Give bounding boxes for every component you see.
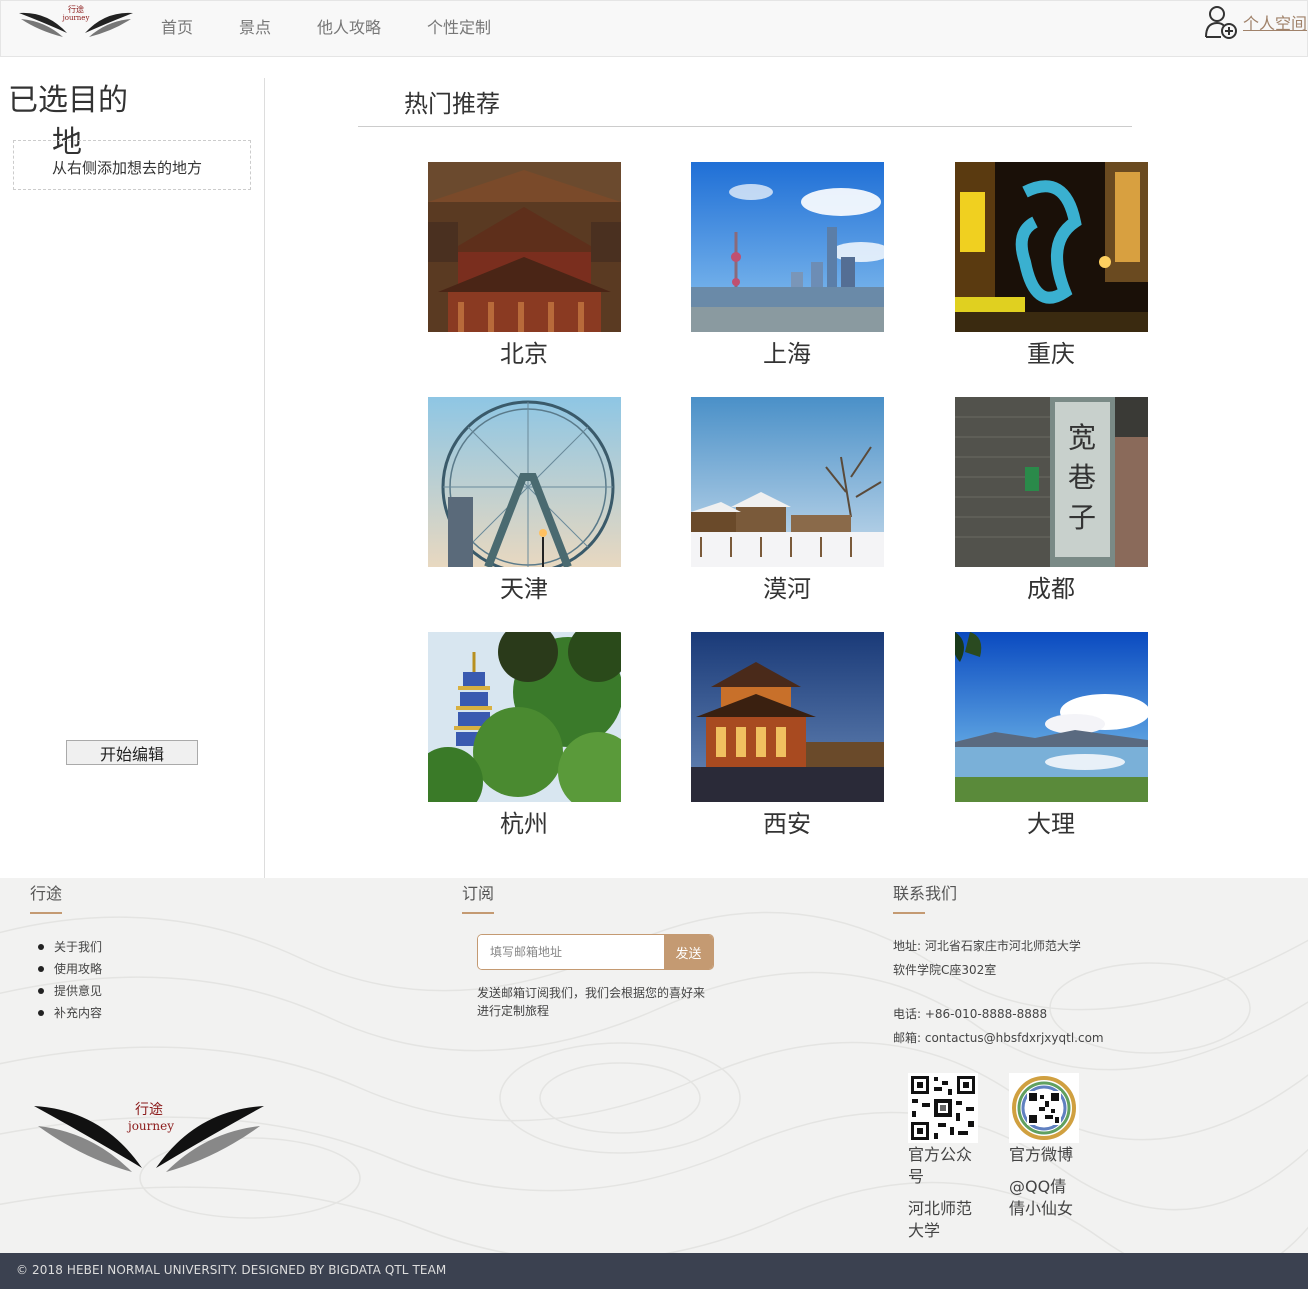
qr2-caption-a: 官方微博 bbox=[1009, 1145, 1074, 1164]
footer-link-guide[interactable]: 使用攻略 bbox=[38, 958, 102, 980]
city-photo-mohe bbox=[691, 397, 884, 567]
footer-col3-underline bbox=[893, 912, 925, 914]
contact-phone: 电话: +86-010-8888-8888 bbox=[893, 1007, 1048, 1021]
brand-logo[interactable]: 行途 journey bbox=[17, 3, 135, 43]
city-photo-hangzhou bbox=[413, 622, 638, 817]
city-photo-tianjin bbox=[428, 397, 621, 574]
navbar: 行途 journey 首页 景点 他人攻略 个性定制 个人空间 bbox=[0, 0, 1308, 57]
qr1-caption-b: 河北师范大学 bbox=[908, 1199, 973, 1240]
city-photo-chongqing bbox=[955, 162, 1148, 332]
city-card-xian[interactable]: 西安 bbox=[691, 632, 884, 841]
copyright-text: © 2018 HEBEI NORMAL UNIVERSITY. DESIGNED… bbox=[16, 1263, 447, 1277]
brand-cn: 行途 bbox=[68, 4, 84, 14]
city-name: 上海 bbox=[763, 340, 811, 368]
hot-recommend-heading: 热门推荐 bbox=[404, 90, 500, 118]
city-name: 重庆 bbox=[1027, 340, 1075, 368]
footer: 行途 关于我们 使用攻略 提供意见 补充内容 行途 journey 订阅 发送 … bbox=[0, 878, 1308, 1253]
footer-logo: 行途 journey bbox=[34, 1101, 264, 1172]
qr1-caption-a: 官方公众号 bbox=[908, 1145, 973, 1186]
nav-attractions[interactable]: 景点 bbox=[221, 1, 289, 55]
selected-hint: 从右侧添加想去的地方 bbox=[52, 159, 203, 177]
footer-link-supplement[interactable]: 补充内容 bbox=[38, 1002, 102, 1024]
city-card-chongqing[interactable]: 重庆 bbox=[955, 162, 1148, 371]
nav-customize[interactable]: 个性定制 bbox=[409, 1, 509, 55]
nav-home[interactable]: 首页 bbox=[143, 1, 211, 55]
subscribe-email-input[interactable] bbox=[478, 935, 664, 969]
svg-text:子: 子 bbox=[1068, 501, 1096, 534]
qr-code-icon bbox=[1009, 1073, 1079, 1143]
footer-link-feedback[interactable]: 提供意见 bbox=[38, 980, 102, 1002]
city-card-hangzhou[interactable]: 杭州 bbox=[413, 622, 638, 841]
city-photo-chengdu: 宽 巷 子 bbox=[955, 397, 1148, 567]
contact-address-line1: 地址: 河北省石家庄市河北师范大学 bbox=[893, 939, 1081, 953]
brand-en: journey bbox=[62, 14, 90, 22]
selected-title-line1: 已选目的 bbox=[8, 83, 128, 118]
city-name: 杭州 bbox=[500, 810, 548, 838]
selected-destinations-panel: 已选目的 地 从右侧添加想去的地方 开始编辑 bbox=[0, 78, 265, 878]
city-name: 北京 bbox=[500, 340, 548, 368]
footer-links: 关于我们 使用攻略 提供意见 补充内容 bbox=[38, 936, 102, 1024]
subscribe-send-button[interactable]: 发送 bbox=[664, 935, 713, 969]
footer-col3-title: 联系我们 bbox=[893, 884, 958, 903]
start-edit-button[interactable]: 开始编辑 bbox=[66, 740, 198, 765]
footer-logo-cn: 行途 bbox=[135, 1101, 163, 1118]
heading-divider bbox=[358, 126, 1132, 127]
footer-col2-title: 订阅 bbox=[462, 884, 495, 903]
city-card-shanghai[interactable]: 上海 bbox=[691, 162, 891, 371]
selected-drop-zone[interactable]: 从右侧添加想去的地方 bbox=[13, 140, 251, 190]
contact-address-line2: 软件学院C座302室 bbox=[893, 963, 997, 977]
svg-text:宽: 宽 bbox=[1068, 421, 1096, 454]
city-photo-dali bbox=[953, 632, 1150, 802]
footer-col1-title: 行途 bbox=[30, 884, 63, 903]
footer-col1-underline bbox=[30, 912, 62, 914]
city-name: 天津 bbox=[500, 575, 548, 603]
user-add-icon[interactable] bbox=[1204, 5, 1237, 39]
city-name: 西安 bbox=[763, 810, 811, 838]
svg-text:巷: 巷 bbox=[1068, 461, 1096, 494]
qr-code-icon bbox=[908, 1073, 978, 1143]
city-photo-beijing bbox=[428, 162, 621, 332]
qr2-caption-b: @QQ倩倩小仙女 bbox=[1009, 1177, 1074, 1218]
nav-others-guides[interactable]: 他人攻略 bbox=[299, 1, 399, 55]
city-photo-xian bbox=[691, 632, 884, 802]
subscribe-description: 发送邮箱订阅我们，我们会根据您的喜好来进行定制旅程 bbox=[477, 986, 706, 1018]
city-card-beijing[interactable]: 北京 bbox=[428, 162, 621, 371]
subscribe-form: 发送 bbox=[477, 934, 714, 970]
city-card-tianjin[interactable]: 天津 bbox=[428, 397, 621, 606]
city-card-dali[interactable]: 大理 bbox=[953, 632, 1150, 841]
city-card-chengdu[interactable]: 宽 巷 子 成都 bbox=[955, 397, 1148, 606]
user-area: 个人空间 bbox=[1204, 5, 1307, 39]
personal-space-link[interactable]: 个人空间 bbox=[1243, 10, 1307, 34]
city-name: 成都 bbox=[1027, 575, 1075, 603]
contact-email: 邮箱: contactus@hbsfdxrjxyqtl.com bbox=[893, 1031, 1104, 1045]
page: 行途 journey 首页 景点 他人攻略 个性定制 个人空间 已选目的 地 从… bbox=[0, 0, 1308, 1289]
footer-col2-underline bbox=[462, 912, 494, 914]
contact-info: 地址: 河北省石家庄市河北师范大学 软件学院C座302室 电话: +86-010… bbox=[893, 934, 1104, 1050]
city-name: 大理 bbox=[1027, 810, 1075, 838]
footer-link-about[interactable]: 关于我们 bbox=[38, 936, 102, 958]
nav-links: 首页 景点 他人攻略 个性定制 bbox=[143, 1, 519, 55]
copyright-bar: © 2018 HEBEI NORMAL UNIVERSITY. DESIGNED… bbox=[0, 1253, 1308, 1289]
city-card-mohe[interactable]: 漠河 bbox=[691, 397, 884, 606]
city-name: 漠河 bbox=[763, 575, 811, 603]
city-photo-shanghai bbox=[691, 162, 891, 332]
footer-logo-en: journey bbox=[126, 1119, 174, 1133]
